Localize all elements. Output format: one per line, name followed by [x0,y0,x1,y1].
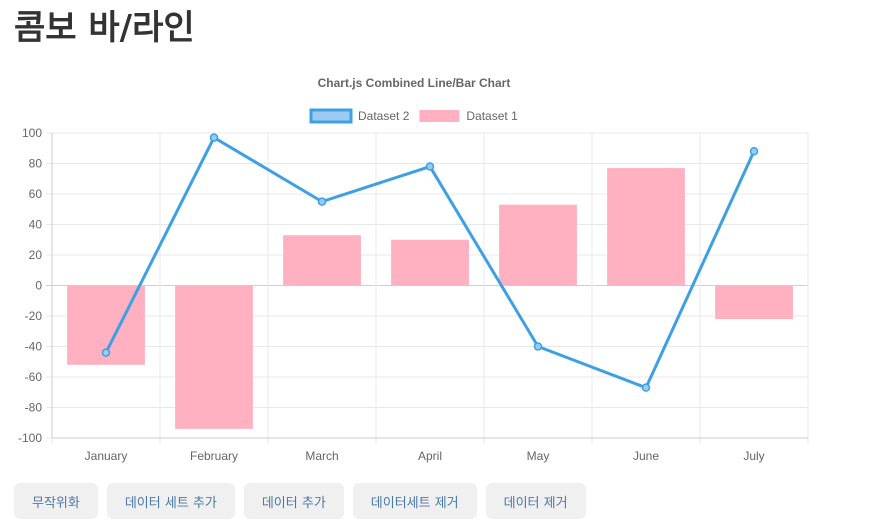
line-point [209,133,219,142]
x-tick-label: March [305,449,338,463]
y-tick-label: -40 [25,340,43,354]
y-tick-label: -60 [25,370,43,384]
y-tick-label: 0 [35,279,42,293]
line-point [317,197,327,206]
line-point [101,348,111,357]
line-point [749,147,759,156]
line-point [425,162,435,171]
y-tick-label: -100 [18,431,42,445]
x-tick-label: May [527,449,550,463]
x-axis: January February March April May June July [85,449,765,463]
bar-series [67,168,793,429]
remove-data-button[interactable]: 데이터 제거 [485,483,586,519]
chart-title: Chart.js Combined Line/Bar Chart [318,76,511,90]
chart-legend: Dataset 2 Dataset 1 [309,108,518,124]
remove-dataset-button[interactable]: 데이터세트 제거 [352,483,477,519]
add-dataset-button[interactable]: 데이터 세트 추가 [106,483,235,519]
line-point [533,342,543,351]
x-tick-label: February [190,449,238,463]
x-tick-label: January [85,449,128,463]
add-data-button[interactable]: 데이터 추가 [243,483,344,519]
y-tick-label: 40 [29,218,43,232]
y-tick-label: -20 [25,309,43,323]
bar-march [283,235,361,286]
y-tick-label: 80 [29,157,43,171]
y-tick-label: -80 [25,401,43,415]
combo-chart: Chart.js Combined Line/Bar Chart Dataset… [18,76,809,463]
bar-may [499,204,577,286]
y-tick-label: 100 [22,126,42,140]
bar-february [175,285,253,429]
y-tick-label: 20 [29,248,43,262]
bar-june [607,168,685,286]
chart-grid [46,132,809,444]
chart-controls: 무작위화 데이터 세트 추가 데이터 추가 데이터세트 제거 데이터 제거 [14,483,586,519]
y-axis: 100 80 60 40 20 0 -20 -40 -60 -80 -100 [18,126,42,445]
page-title: 콤보 바/라인 [14,8,195,48]
y-tick-label: 60 [29,187,43,201]
legend-swatch [419,110,460,122]
x-tick-label: July [743,449,764,463]
x-tick-label: June [633,449,659,463]
x-tick-label: April [418,449,442,463]
randomize-button[interactable]: 무작위화 [14,483,98,519]
bar-april [391,239,469,286]
bar-july [715,285,793,320]
legend-swatch [309,108,353,124]
legend-label: Dataset 1 [466,109,518,123]
line-point [641,383,651,392]
legend-label: Dataset 2 [358,109,410,123]
